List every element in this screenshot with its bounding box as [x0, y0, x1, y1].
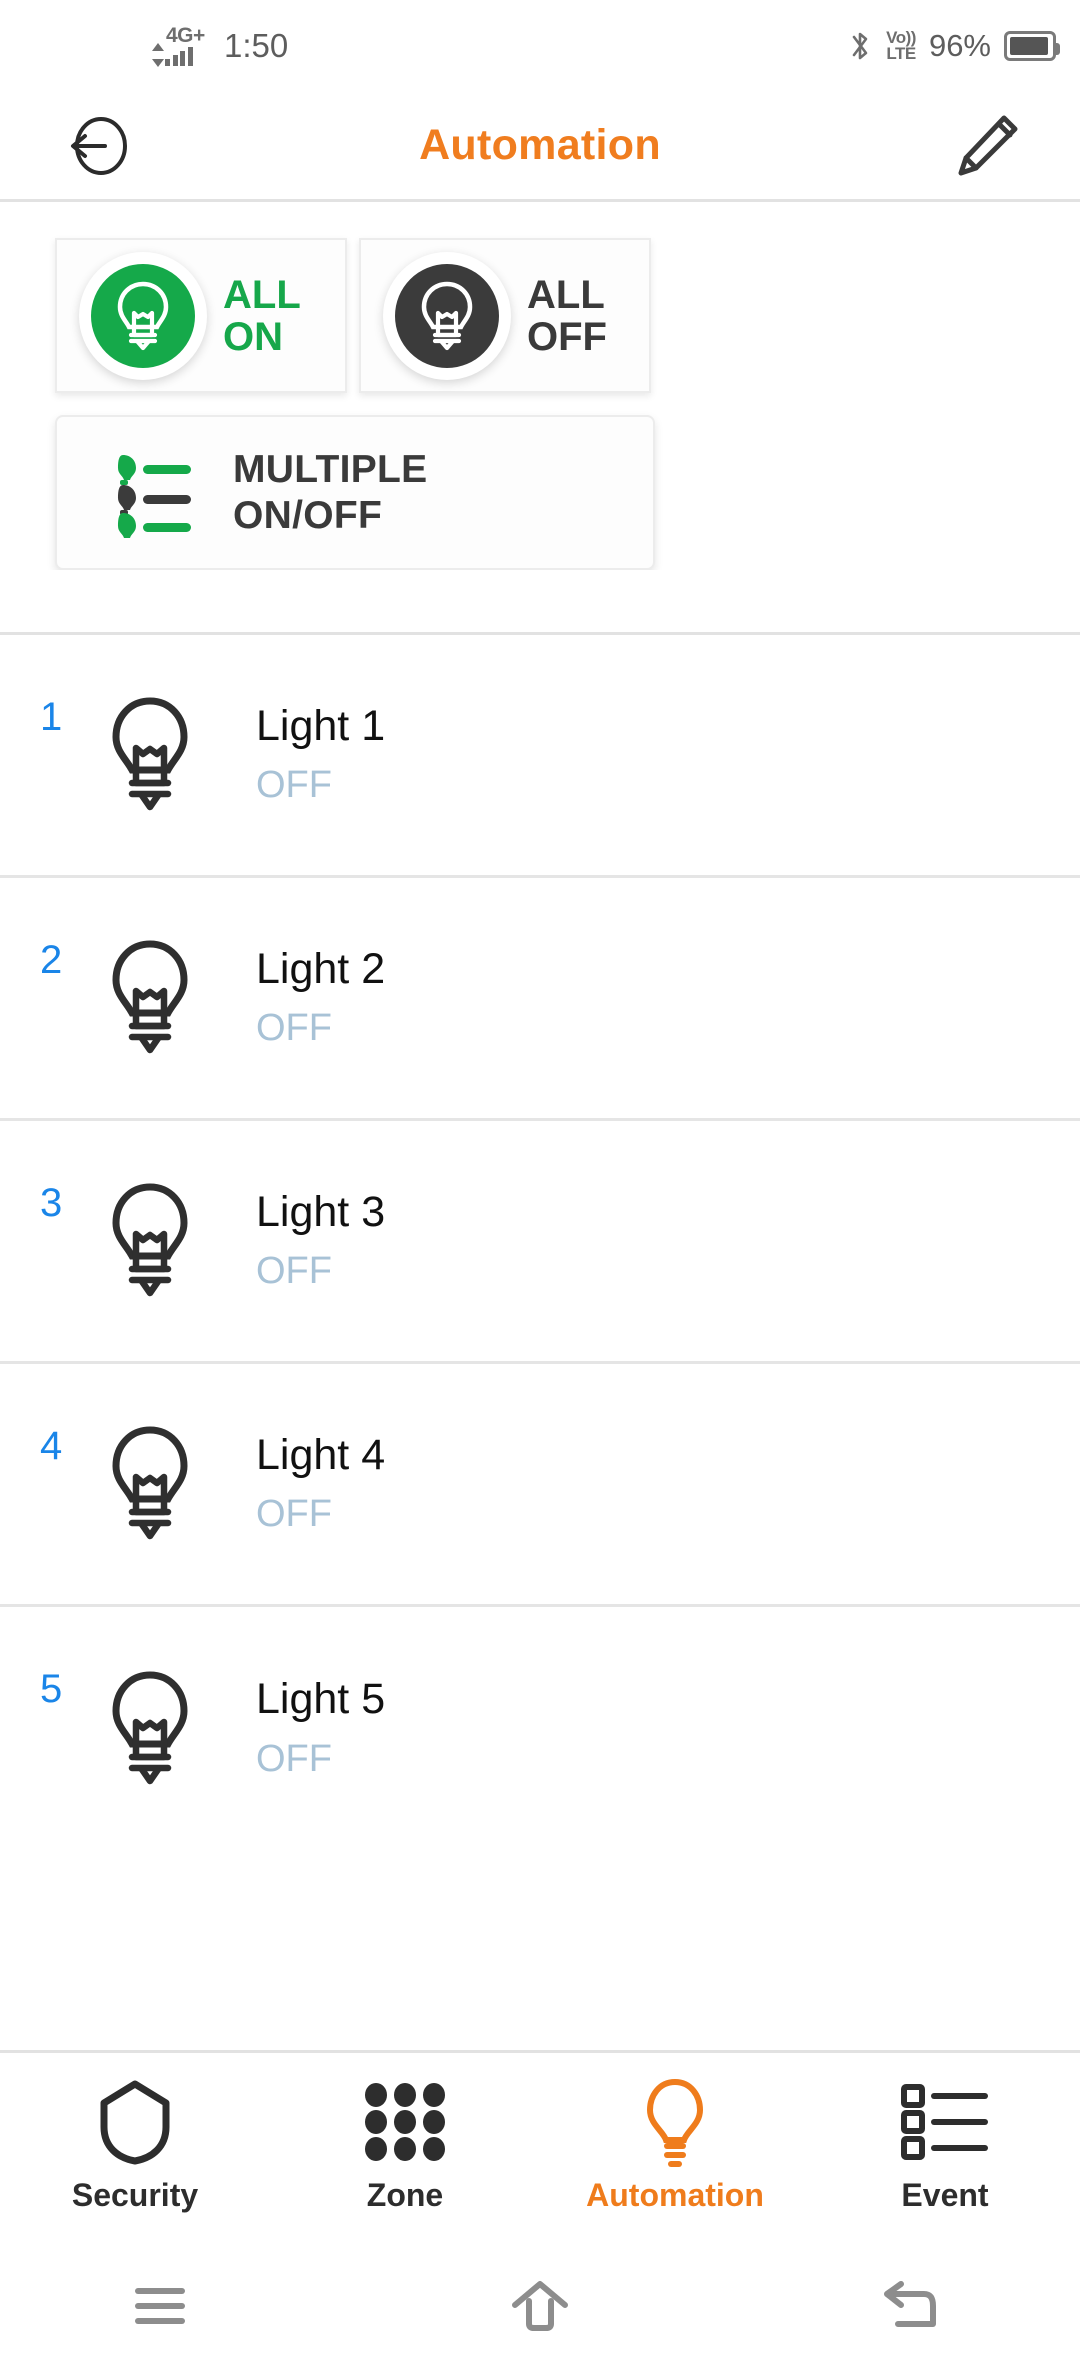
- battery-icon: [1004, 31, 1060, 61]
- page-title: Automation: [419, 121, 661, 169]
- volte-line2: LTE: [886, 44, 916, 63]
- tab-event-label: Event: [901, 2177, 989, 2213]
- multiple-onoff-row: MULTIPLE ON/OFF: [0, 393, 1080, 570]
- all-off-badge: [383, 251, 511, 380]
- lightbulb-icon: [640, 2078, 710, 2167]
- tab-automation[interactable]: Automation: [540, 2078, 810, 2214]
- status-bar-right: Vo)) LTE 96%: [847, 28, 1060, 64]
- network-type-label: 4G+: [166, 24, 205, 47]
- tab-zone-label: Zone: [366, 2177, 444, 2213]
- status-badge: OFF: [256, 764, 332, 807]
- signal-bars-icon: [165, 47, 193, 66]
- phone-screen: 4G+ 1:50 Vo)) LTE 96% Automation ALL ON …: [0, 0, 1080, 2376]
- light-info: Light 3 OFF: [256, 1187, 386, 1293]
- status-badge: OFF: [256, 1250, 332, 1293]
- shield-icon: [96, 2079, 174, 2165]
- multiple-label-line2: ON/OFF: [233, 493, 383, 537]
- home-button[interactable]: [360, 2279, 720, 2338]
- volte-icon: Vo)) LTE: [886, 30, 916, 63]
- all-off-circle: [395, 263, 499, 368]
- data-transfer-arrows-icon: [152, 43, 164, 67]
- tab-event[interactable]: Event: [810, 2079, 1080, 2214]
- back-icon: [880, 2280, 942, 2337]
- all-off-label: ALL OFF: [527, 274, 607, 358]
- light-index: 4: [40, 1424, 63, 1468]
- menu-icon: [132, 2283, 188, 2334]
- system-navigation-bar: [0, 2240, 1080, 2376]
- tab-security[interactable]: Security: [0, 2079, 270, 2214]
- tab-zone[interactable]: Zone: [270, 2079, 540, 2214]
- home-icon: [509, 2279, 571, 2338]
- status-badge: OFF: [256, 1007, 332, 1050]
- status-badge: OFF: [256, 1493, 332, 1536]
- lightbulb-outline-icon: [102, 1179, 198, 1303]
- lightbulb-icon: [421, 281, 473, 350]
- table-row[interactable]: 5 Light 5 OFF: [0, 1607, 1080, 1850]
- status-badge: OFF: [256, 1737, 332, 1780]
- table-row[interactable]: 1 Light 1 OFF: [0, 635, 1080, 878]
- lightbulb-outline-icon: [102, 1422, 198, 1546]
- lightbulb-outline-icon: [102, 1667, 198, 1791]
- all-on-circle: [91, 263, 195, 368]
- recents-button[interactable]: [0, 2283, 360, 2334]
- bottom-navigation: Security Zone Automation Event: [0, 2050, 1080, 2240]
- status-bar-left: 4G+ 1:50: [152, 24, 288, 68]
- all-on-off-row: ALL ON ALL OFF: [0, 238, 1080, 393]
- table-row[interactable]: 3 Light 3 OFF: [0, 1121, 1080, 1364]
- lightbulb-icon: [117, 281, 169, 350]
- section-spacer: [0, 570, 1080, 632]
- battery-percent-label: 96%: [928, 28, 991, 63]
- multiple-onoff-button[interactable]: MULTIPLE ON/OFF: [55, 415, 655, 570]
- light-index: 2: [40, 938, 63, 982]
- light-index: 1: [40, 695, 63, 739]
- tab-security-label: Security: [71, 2177, 199, 2213]
- bluetooth-icon: [847, 29, 873, 63]
- all-off-button[interactable]: ALL OFF: [359, 238, 651, 393]
- light-info: Light 2 OFF: [256, 944, 386, 1050]
- tab-automation-label: Automation: [586, 2177, 764, 2213]
- multiple-lights-list-icon: [107, 447, 199, 539]
- light-name: Light 3: [256, 1187, 386, 1236]
- light-info: Light 5 OFF: [256, 1676, 385, 1780]
- all-on-label-line1: ALL: [223, 272, 301, 317]
- table-row[interactable]: 4 Light 4 OFF: [0, 1364, 1080, 1607]
- back-button-system[interactable]: [720, 2280, 1080, 2337]
- multiple-onoff-label: MULTIPLE ON/OFF: [233, 447, 428, 537]
- light-name: Light 1: [256, 701, 386, 750]
- all-off-label-line1: ALL: [527, 272, 605, 317]
- multiple-label-line1: MULTIPLE: [233, 448, 428, 492]
- all-on-label-line2: ON: [223, 314, 283, 359]
- all-on-label: ALL ON: [223, 274, 301, 358]
- light-index: 3: [40, 1181, 63, 1225]
- light-info: Light 4 OFF: [256, 1430, 386, 1536]
- light-name: Light 5: [256, 1675, 386, 1724]
- light-name: Light 2: [256, 944, 386, 993]
- light-name: Light 4: [256, 1430, 386, 1479]
- clock-label: 1:50: [224, 27, 289, 64]
- table-row[interactable]: 2 Light 2 OFF: [0, 878, 1080, 1121]
- status-bar: 4G+ 1:50 Vo)) LTE 96%: [0, 0, 1080, 92]
- light-info: Light 1 OFF: [256, 701, 386, 807]
- grid-dots-icon: [363, 2079, 447, 2165]
- all-on-button[interactable]: ALL ON: [55, 238, 347, 393]
- light-list: 1 Light 1 OFF 2 Light 2 OFF 3 Light 3 OF…: [0, 635, 1080, 2050]
- all-on-badge: [79, 251, 207, 380]
- list-squares-icon: [899, 2079, 991, 2165]
- all-off-label-line2: OFF: [527, 314, 607, 359]
- quick-actions-section: ALL ON ALL OFF MULTIPLE ON/OFF: [0, 202, 1080, 632]
- lightbulb-outline-icon: [102, 693, 198, 817]
- light-index: 5: [40, 1667, 63, 1711]
- app-header: Automation: [0, 92, 1080, 202]
- lightbulb-outline-icon: [102, 936, 198, 1060]
- signal-strength-icon: 4G+: [152, 24, 214, 68]
